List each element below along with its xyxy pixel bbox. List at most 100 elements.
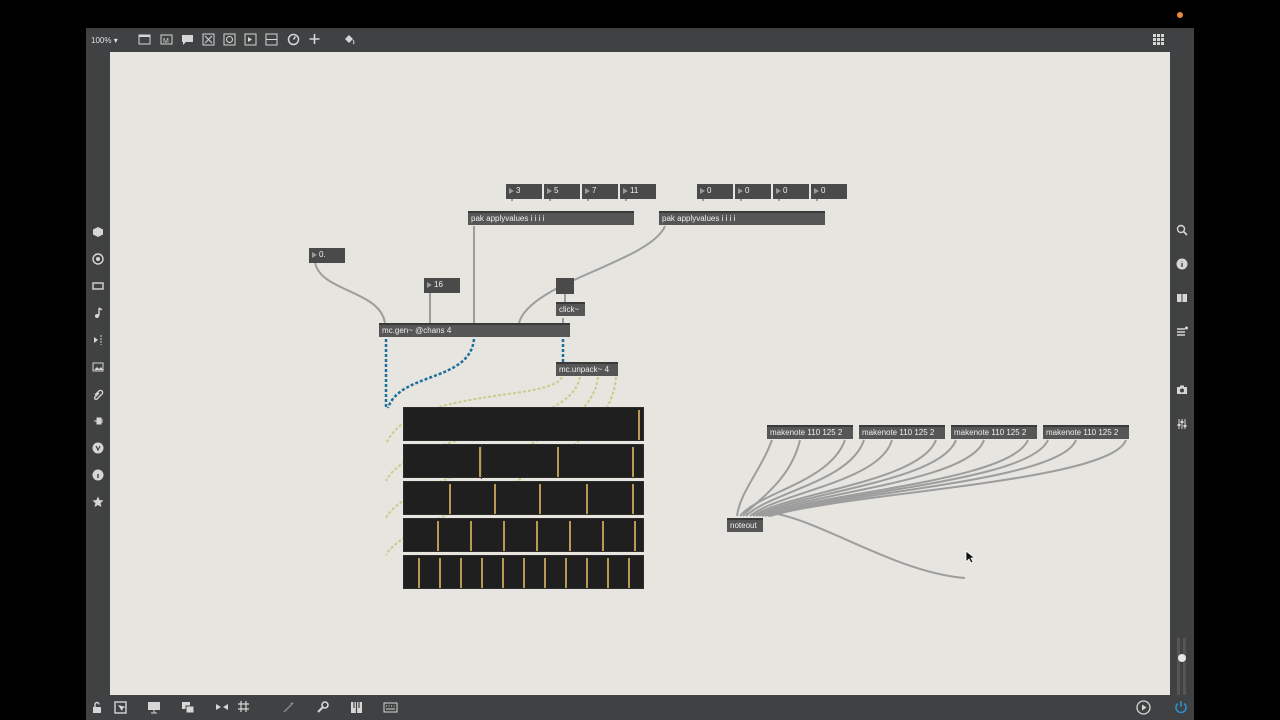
number-box-b4[interactable]: 0 (811, 184, 847, 199)
scope-4[interactable] (403, 518, 644, 552)
lock-icon[interactable] (91, 701, 104, 714)
object-label: makenote 110 125 2 (1046, 428, 1119, 437)
mouse-cursor-icon (965, 550, 977, 569)
wrench-icon[interactable] (316, 701, 329, 714)
transport-play-icon[interactable] (1136, 700, 1151, 715)
makenote-1[interactable]: makenote 110 125 2 (767, 425, 853, 439)
scope-pulse (449, 484, 451, 514)
scope-pulse (523, 558, 525, 588)
info-icon[interactable] (1176, 258, 1188, 270)
number-box-b2[interactable]: 0 (735, 184, 771, 199)
scope-pulse (565, 558, 567, 588)
number-box-value: 11 (630, 186, 639, 195)
object-label: noteout (730, 521, 757, 530)
mixer-icon[interactable] (1176, 418, 1188, 430)
zoom-menu[interactable]: 100% ▾ (91, 34, 118, 48)
scope-pulse (569, 521, 571, 551)
keyboard-icon[interactable] (383, 701, 398, 714)
patch-canvas[interactable]: 3 5 7 11 0 0 0 0 pak applyvalues i i i i… (110, 52, 1170, 695)
search-icon[interactable] (1176, 224, 1188, 236)
pak-applyvalues-right[interactable]: pak applyvalues i i i i (659, 211, 825, 225)
plug-icon[interactable] (92, 415, 104, 427)
audio-power-icon[interactable] (1174, 700, 1188, 714)
image-icon[interactable] (92, 361, 104, 373)
makenote-3[interactable]: makenote 110 125 2 (951, 425, 1037, 439)
scope-pulse (479, 447, 481, 477)
cord-float-mcgen (314, 261, 386, 324)
number-box-a1[interactable]: 3 (506, 184, 542, 199)
scope-pulse (638, 410, 640, 440)
message-icon[interactable]: M (160, 33, 173, 46)
toggle-icon[interactable] (223, 33, 236, 46)
scope-3[interactable] (403, 481, 644, 515)
camera-icon[interactable] (1176, 384, 1188, 396)
number-box-a3[interactable]: 7 (582, 184, 618, 199)
comment-icon[interactable] (181, 33, 194, 46)
paperclip-icon[interactable] (92, 388, 104, 400)
mc-unpack-object[interactable]: mc.unpack~ 4 (556, 362, 618, 376)
pak-applyvalues-left[interactable]: pak applyvalues i i i i (468, 211, 634, 225)
scope-pulse (602, 521, 604, 551)
scope-2[interactable] (403, 444, 644, 479)
edit-mode-icon[interactable] (114, 701, 127, 714)
scope-pulse (632, 484, 634, 514)
bottom-toolbar (86, 695, 1194, 720)
align-icon[interactable] (215, 701, 229, 714)
piano-icon[interactable] (350, 701, 363, 714)
int-number-box[interactable]: 16 (424, 278, 460, 293)
bang-button[interactable] (556, 278, 574, 294)
scope-pulse (544, 558, 546, 588)
number-box-b1[interactable]: 0 (697, 184, 733, 199)
book-icon[interactable] (1176, 292, 1188, 304)
scope-pulse (634, 521, 636, 551)
cord-pak-right-mcgen (518, 225, 666, 324)
grid-palette-icon[interactable] (1152, 33, 1167, 48)
star-icon[interactable] (92, 496, 104, 508)
play-split-icon[interactable] (92, 334, 104, 346)
cube-icon[interactable] (92, 226, 104, 238)
makenote-2[interactable]: makenote 110 125 2 (859, 425, 945, 439)
paint-bucket-icon[interactable] (342, 33, 356, 46)
makenote-4[interactable]: makenote 110 125 2 (1043, 425, 1129, 439)
info-badge-icon[interactable] (92, 469, 104, 481)
add-object-icon[interactable] (308, 32, 321, 46)
scope-1[interactable] (403, 407, 644, 441)
cord-mk3-a (755, 439, 957, 517)
v-badge-icon[interactable] (92, 442, 104, 454)
scope-pulse (437, 521, 439, 551)
panel-icon[interactable] (92, 280, 104, 292)
windows-icon[interactable] (181, 701, 195, 714)
grid-icon[interactable] (237, 700, 250, 713)
dial-icon[interactable] (287, 33, 300, 46)
scope-pulse (586, 558, 588, 588)
music-note-icon[interactable] (92, 307, 104, 319)
slider-icon[interactable] (265, 33, 278, 46)
scope-pulse (502, 558, 504, 588)
object-label: mc.unpack~ 4 (559, 365, 610, 374)
noteout-object[interactable]: noteout (727, 518, 763, 532)
click-object[interactable]: click~ (556, 302, 585, 316)
scope-pulse (632, 447, 634, 477)
cord-mk4-b (767, 439, 1077, 517)
target-icon[interactable] (92, 253, 104, 265)
scope-pulse (503, 521, 505, 551)
presentation-icon[interactable] (147, 701, 161, 714)
zoom-level: 100% (91, 36, 112, 45)
scope-pulse (539, 484, 541, 514)
mc-gen-object[interactable]: mc.gen~ @chans 4 (379, 323, 570, 337)
number-box-b3[interactable]: 0 (773, 184, 809, 199)
scope-pulse (418, 558, 420, 588)
number-box-value: 7 (592, 186, 597, 195)
number-box-a2[interactable]: 5 (544, 184, 580, 199)
wand-icon[interactable] (282, 701, 295, 714)
number-box-value: 0 (821, 186, 826, 195)
list-icon[interactable] (1176, 326, 1188, 338)
object-icon[interactable] (138, 33, 151, 46)
button-icon[interactable] (202, 33, 215, 46)
number-box-value: 0. (319, 250, 326, 259)
number-icon[interactable] (244, 33, 257, 46)
number-box-a4[interactable]: 11 (620, 184, 656, 199)
scope-5[interactable] (403, 555, 644, 589)
mc-cord-mid (386, 338, 476, 409)
float-number-box[interactable]: 0. (309, 248, 345, 263)
